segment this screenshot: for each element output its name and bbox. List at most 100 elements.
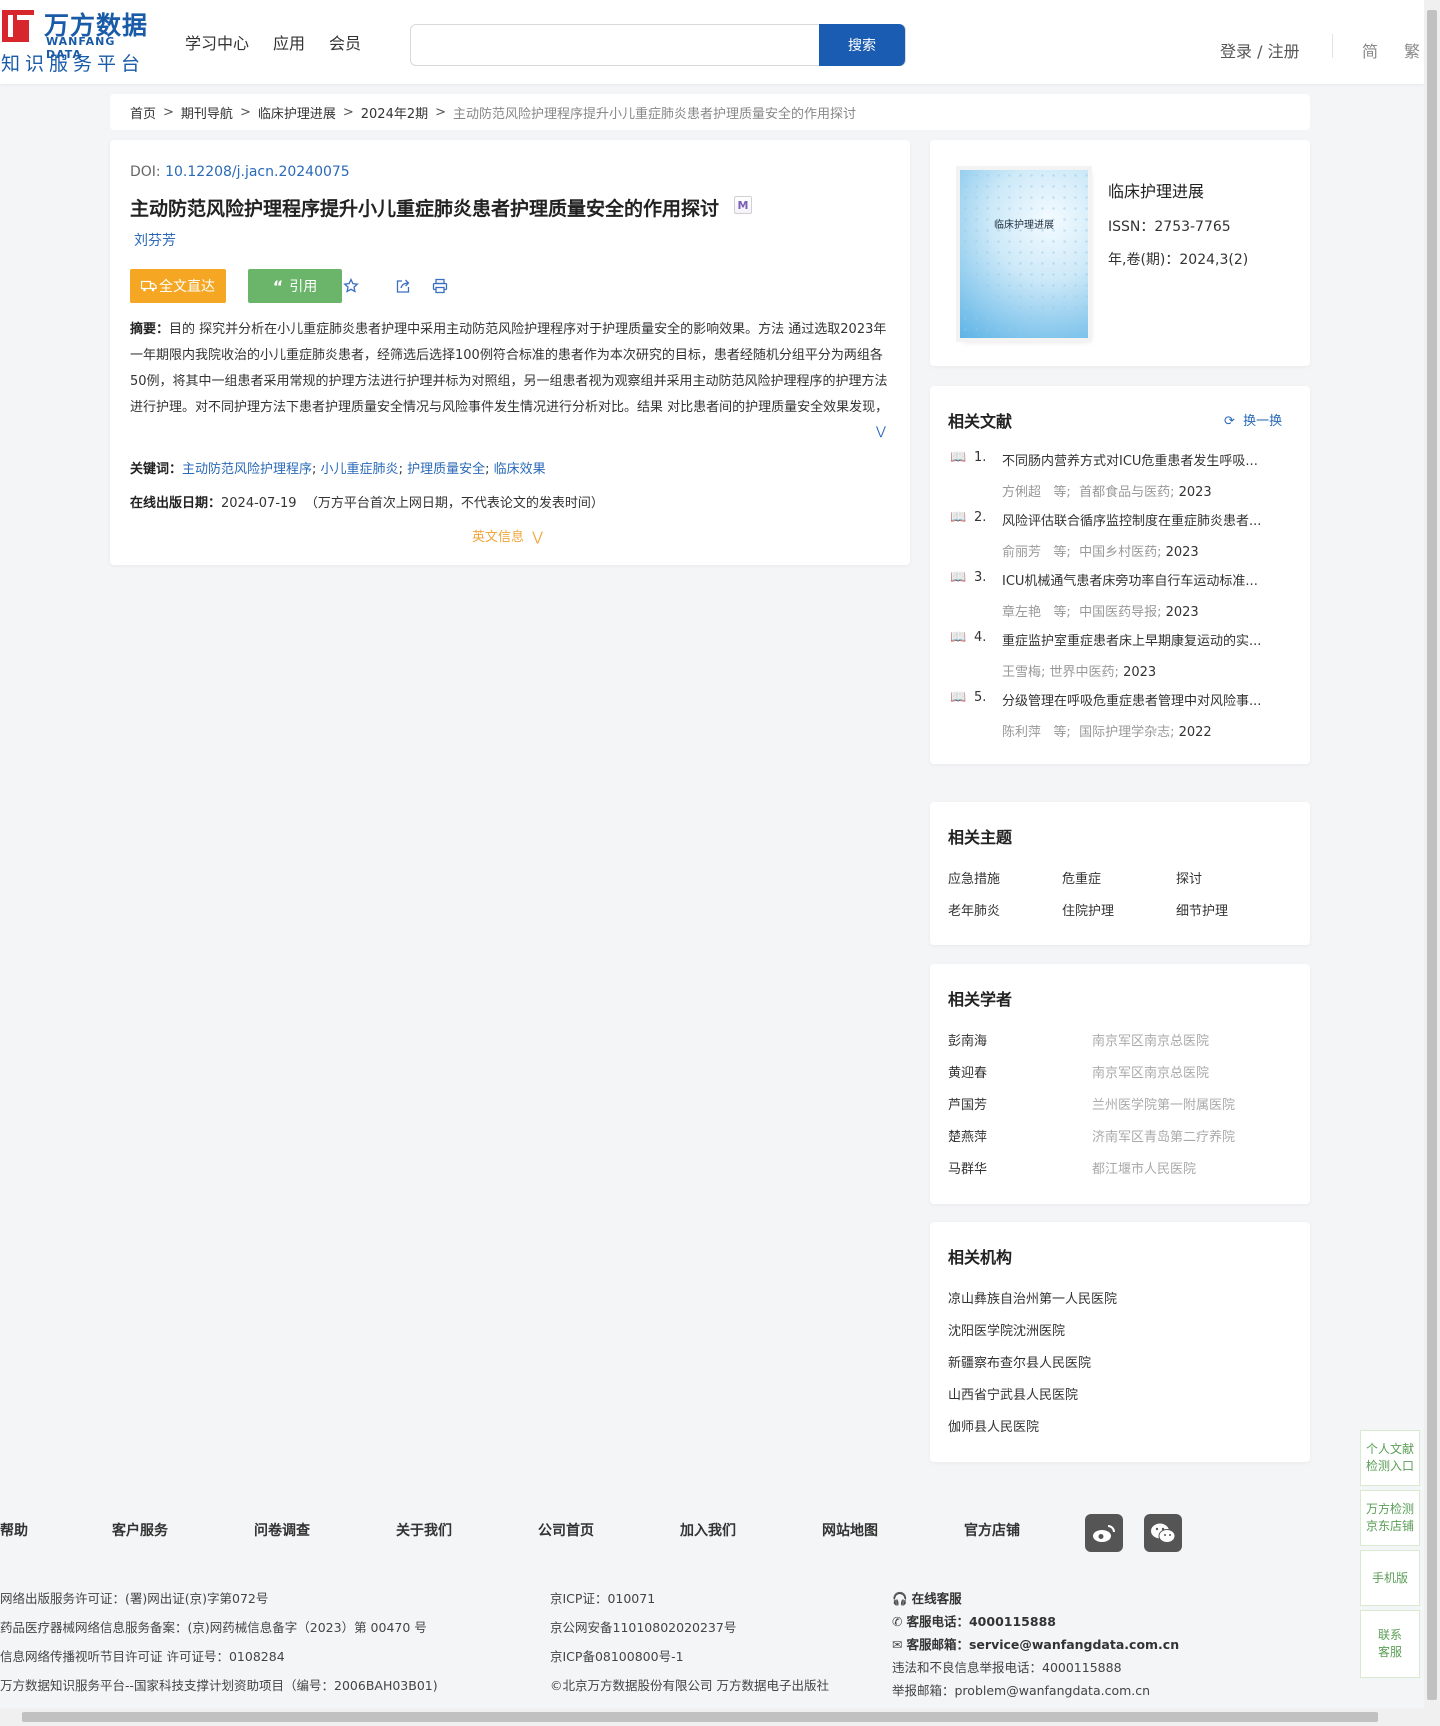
related-item[interactable]: 📖 4. 重症监护室重症患者床上早期康复运动的实... 王雪梅; 世界中医药; 20… (950, 630, 1290, 680)
footer-customer-service[interactable]: 客户服务 (112, 1520, 168, 1540)
related-item-title[interactable]: 重症监护室重症患者床上早期康复运动的实... (1002, 630, 1284, 649)
journal-cover-image[interactable]: 临床护理进展 (960, 170, 1088, 338)
cite-button[interactable]: “ 引用 (248, 269, 342, 303)
footer-icp-3[interactable]: 京ICP备08100800号-1 (550, 1646, 684, 1665)
related-item-authors[interactable]: 章左艳 (1002, 605, 1041, 620)
footer-online-service[interactable]: 🎧 在线客服 (892, 1588, 962, 1607)
weibo-icon[interactable] (1085, 1514, 1123, 1552)
footer-icp-1[interactable]: 京ICP证：010071 (550, 1588, 655, 1607)
book-icon: 📖 (950, 690, 967, 705)
nav-membership[interactable]: 会员 (329, 30, 361, 54)
institution-link[interactable]: 伽师县人民医院 (948, 1416, 1039, 1435)
email-label: 客服邮箱： (906, 1637, 969, 1652)
related-item[interactable]: 📖 1. 不同肠内营养方式对ICU危重患者发生呼吸... 方俐超 等; 首都食品与医… (950, 450, 1290, 500)
keyword-link[interactable]: 护理质量安全 (407, 462, 485, 477)
footer-official-store[interactable]: 官方店铺 (964, 1520, 1020, 1540)
print-icon[interactable] (429, 275, 451, 297)
mendeley-icon[interactable]: M (734, 196, 752, 214)
horizontal-scroll-thumb[interactable] (22, 1712, 1378, 1722)
scholar-org[interactable]: 南京军区南京总医院 (1092, 1062, 1209, 1081)
related-item-authors[interactable]: 陈利萍 (1002, 725, 1041, 740)
topic-link[interactable]: 住院护理 (1062, 900, 1114, 919)
scholar-name[interactable]: 马群华 (948, 1158, 987, 1177)
article-title: 主动防范风险护理程序提升小儿重症肺炎患者护理质量安全的作用探讨 (130, 198, 720, 220)
cite-label: 引用 (289, 279, 318, 295)
journal-name[interactable]: 临床护理进展 (1108, 178, 1204, 202)
topic-link[interactable]: 细节护理 (1176, 900, 1228, 919)
wechat-icon[interactable] (1144, 1514, 1182, 1552)
related-item[interactable]: 📖 5. 分级管理在呼吸危重症患者管理中对风险事... 陈利萍 等; 国际护理学杂志… (950, 690, 1290, 740)
vertical-scroll-thumb[interactable] (1427, 10, 1437, 1700)
related-item-title[interactable]: 风险评估联合循序监控制度在重症肺炎患者... (1002, 510, 1284, 529)
scholar-name[interactable]: 黄迎春 (948, 1062, 987, 1081)
breadcrumb-home[interactable]: 首页 (130, 103, 156, 122)
topic-link[interactable]: 危重症 (1062, 868, 1101, 887)
related-item-source[interactable]: 中国医药导报 (1079, 605, 1157, 620)
expand-abstract-icon[interactable]: ⋁ (876, 424, 886, 438)
related-item-source[interactable]: 世界中医药 (1050, 665, 1115, 680)
institution-link[interactable]: 新疆察布查尔县人民医院 (948, 1352, 1091, 1371)
fulltext-button[interactable]: 全文直达 (130, 269, 226, 303)
float-jd-store[interactable]: 万方检测京东店铺 (1360, 1490, 1420, 1546)
lang-traditional[interactable]: 繁 (1404, 38, 1420, 62)
related-item-source[interactable]: 国际护理学杂志 (1079, 725, 1170, 740)
scholar-org[interactable]: 济南军区青岛第二疗养院 (1092, 1126, 1235, 1145)
search-button[interactable]: 搜索 (819, 24, 905, 66)
footer-license-4: 万方数据知识服务平台--国家科技支撑计划资助项目（编号：2006BAH03B01… (0, 1678, 438, 1693)
institution-link[interactable]: 凉山彝族自治州第一人民医院 (948, 1288, 1117, 1307)
footer-sitemap[interactable]: 网站地图 (822, 1520, 878, 1540)
related-item-source[interactable]: 中国乡村医药 (1079, 545, 1157, 560)
scholar-org[interactable]: 兰州医学院第一附属医院 (1092, 1094, 1235, 1113)
related-item-title[interactable]: ICU机械通气患者床旁功率自行车运动标准... (1002, 570, 1284, 589)
book-icon: 📖 (950, 570, 967, 585)
footer-help[interactable]: 帮助 (0, 1520, 28, 1540)
related-item[interactable]: 📖 2. 风险评估联合循序监控制度在重症肺炎患者... 俞丽芳 等; 中国乡村医药;… (950, 510, 1290, 560)
float-mobile[interactable]: 手机版 (1360, 1550, 1420, 1606)
login-register-link[interactable]: 登录 / 注册 (1220, 38, 1300, 62)
scholar-name[interactable]: 芦国芳 (948, 1094, 987, 1113)
horizontal-scrollbar[interactable] (0, 1708, 1424, 1726)
email-value[interactable]: service@wanfangdata.com.cn (969, 1637, 1179, 1652)
footer-join-us[interactable]: 加入我们 (680, 1520, 736, 1540)
related-item-title[interactable]: 分级管理在呼吸危重症患者管理中对风险事... (1002, 690, 1284, 709)
float-contact-service[interactable]: 联系客服 (1360, 1610, 1420, 1678)
topic-link[interactable]: 老年肺炎 (948, 900, 1000, 919)
footer-company-home[interactable]: 公司首页 (538, 1520, 594, 1540)
related-item[interactable]: 📖 3. ICU机械通气患者床旁功率自行车运动标准... 章左艳 等; 中国医药导报… (950, 570, 1290, 620)
float-plagiarism-check[interactable]: 个人文献检测入口 (1360, 1430, 1420, 1486)
scholar-org[interactable]: 都江堰市人民医院 (1092, 1158, 1196, 1177)
breadcrumb-issue[interactable]: 2024年2期 (361, 103, 428, 122)
share-icon[interactable] (392, 275, 414, 297)
scholar-name[interactable]: 彭南海 (948, 1030, 987, 1049)
footer-survey[interactable]: 问卷调查 (254, 1520, 310, 1540)
institution-link[interactable]: 山西省宁武县人民医院 (948, 1384, 1078, 1403)
refresh-button[interactable]: ⟳ 换一换 (1224, 410, 1282, 429)
favorite-star-icon[interactable] (340, 275, 362, 297)
related-item-authors[interactable]: 王雪梅; (1002, 665, 1045, 680)
keyword-link[interactable]: 小儿重症肺炎 (321, 462, 399, 477)
related-item-source[interactable]: 首都食品与医药 (1079, 485, 1170, 500)
breadcrumb-journal[interactable]: 临床护理进展 (258, 103, 336, 122)
nav-learning-center[interactable]: 学习中心 (185, 30, 249, 54)
lang-simplified[interactable]: 简 (1362, 38, 1378, 62)
english-info-toggle[interactable]: 英文信息 ⋁ (472, 526, 543, 545)
related-item-authors[interactable]: 俞丽芳 (1002, 545, 1041, 560)
keyword-link[interactable]: 主动防范风险护理程序 (182, 462, 312, 477)
wanfang-logo[interactable]: 万方数据 WANFANG DATA 知识服务平台 (0, 6, 152, 76)
vertical-scrollbar[interactable] (1424, 0, 1440, 1726)
scholar-org[interactable]: 南京军区南京总医院 (1092, 1030, 1209, 1049)
author-link[interactable]: 刘芬芳 (134, 230, 176, 250)
topic-link[interactable]: 应急措施 (948, 868, 1000, 887)
doi-link[interactable]: 10.12208/j.jacn.20240075 (165, 164, 350, 180)
topic-link[interactable]: 探讨 (1176, 868, 1202, 887)
breadcrumb-journal-nav[interactable]: 期刊导航 (181, 103, 233, 122)
nav-apps[interactable]: 应用 (273, 30, 305, 54)
related-item-authors[interactable]: 方俐超 (1002, 485, 1041, 500)
related-item-title[interactable]: 不同肠内营养方式对ICU危重患者发生呼吸... (1002, 450, 1284, 469)
journal-volume: 年,卷(期)：2024,3(2) (1108, 252, 1249, 268)
scholar-name[interactable]: 楚燕萍 (948, 1126, 987, 1145)
keyword-link[interactable]: 临床效果 (494, 462, 546, 477)
institution-link[interactable]: 沈阳医学院沈洲医院 (948, 1320, 1065, 1339)
footer-about[interactable]: 关于我们 (396, 1520, 452, 1540)
footer-icp-2[interactable]: 京公网安备11010802020237号 (550, 1617, 736, 1636)
